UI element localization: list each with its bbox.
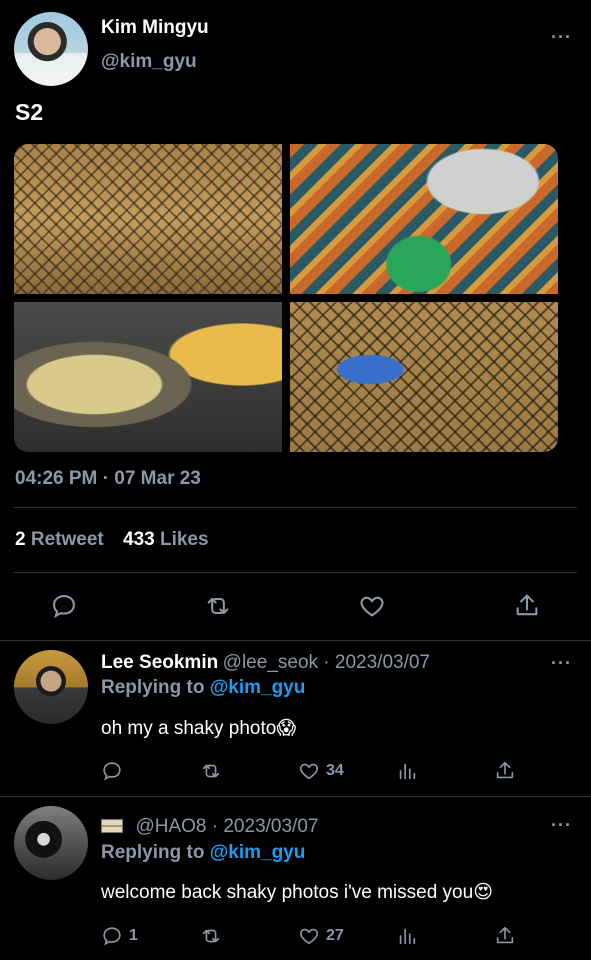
more-options-icon[interactable]: ··· (551, 653, 572, 674)
reply-header: @HAO8 · 2023/03/07 (101, 816, 318, 838)
tweet-stats: 2 Retweet 433 Likes (15, 529, 223, 551)
share-icon (496, 926, 514, 944)
analytics-icon (399, 763, 416, 780)
replying-to-prefix: Replying to (101, 842, 210, 863)
replying-to: Replying to @kim_gyu (101, 677, 305, 699)
like-count[interactable]: 433 (123, 529, 155, 550)
replying-to-prefix: Replying to (101, 677, 210, 698)
reply-button[interactable]: 1 (101, 925, 138, 947)
retweet-count[interactable]: 2 (15, 529, 26, 550)
like-button[interactable]: 27 (298, 925, 344, 947)
retweet-icon (202, 764, 220, 778)
share-icon[interactable] (513, 592, 541, 620)
reply-avatar[interactable] (14, 650, 88, 724)
divider (14, 507, 577, 508)
tweet-timestamp[interactable]: 04:26 PM · 07 Mar 23 (15, 468, 201, 490)
share-button[interactable] (494, 760, 516, 782)
heart-icon[interactable] (358, 592, 386, 620)
more-options-icon[interactable]: ··· (551, 27, 572, 48)
reply-meta[interactable]: @lee_seok · 2023/03/07 (223, 652, 430, 673)
tweet-photo-4[interactable] (290, 302, 558, 452)
heart-icon (299, 928, 319, 945)
retweet-button[interactable] (200, 925, 222, 947)
reply-text: oh my a shaky photo😱 (101, 718, 297, 739)
mention-link[interactable]: @kim_gyu (210, 842, 306, 863)
mention-link[interactable]: @kim_gyu (210, 677, 306, 698)
reply-count: 1 (129, 927, 138, 944)
retweet-label[interactable]: Retweet (31, 529, 104, 550)
reply-avatar[interactable] (14, 806, 88, 880)
like-button[interactable]: 34 (298, 760, 344, 782)
tweet-photo-3[interactable] (14, 302, 282, 452)
divider (14, 572, 577, 573)
author-handle[interactable]: @kim_gyu (101, 51, 197, 73)
replying-to: Replying to @kim_gyu (101, 842, 305, 864)
divider (0, 796, 591, 797)
tweet-photo-2[interactable] (290, 144, 558, 294)
like-label[interactable]: Likes (160, 529, 209, 550)
divider (0, 640, 591, 641)
author-name[interactable]: Kim Mingyu (101, 17, 209, 39)
tweet-photo-1[interactable] (14, 144, 282, 294)
retweet-icon (202, 929, 220, 943)
tweet-text: S2 (15, 99, 44, 125)
reply-icon (103, 927, 121, 946)
reply-meta[interactable]: @HAO8 · 2023/03/07 (135, 816, 318, 837)
author-avatar[interactable] (14, 12, 88, 86)
heart-icon (299, 763, 319, 780)
reply-header: Lee Seokmin @lee_seok · 2023/03/07 (101, 652, 430, 674)
reply-text: welcome back shaky photos i've missed yo… (101, 882, 493, 903)
analytics-icon (399, 928, 416, 945)
retweet-icon[interactable] (204, 592, 232, 620)
reply-icon[interactable] (50, 592, 78, 620)
more-options-icon[interactable]: ··· (551, 815, 572, 836)
flag-emoji-icon (101, 819, 123, 833)
analytics-button[interactable] (396, 925, 418, 947)
reply-author-name[interactable]: Lee Seokmin (101, 652, 218, 673)
reply-button[interactable] (101, 760, 129, 782)
reply-icon (103, 762, 121, 781)
share-button[interactable] (494, 925, 516, 947)
analytics-button[interactable] (396, 760, 418, 782)
reply-like-count: 34 (326, 762, 344, 779)
retweet-button[interactable] (200, 760, 222, 782)
share-icon (496, 761, 514, 779)
reply-like-count: 27 (326, 927, 344, 944)
